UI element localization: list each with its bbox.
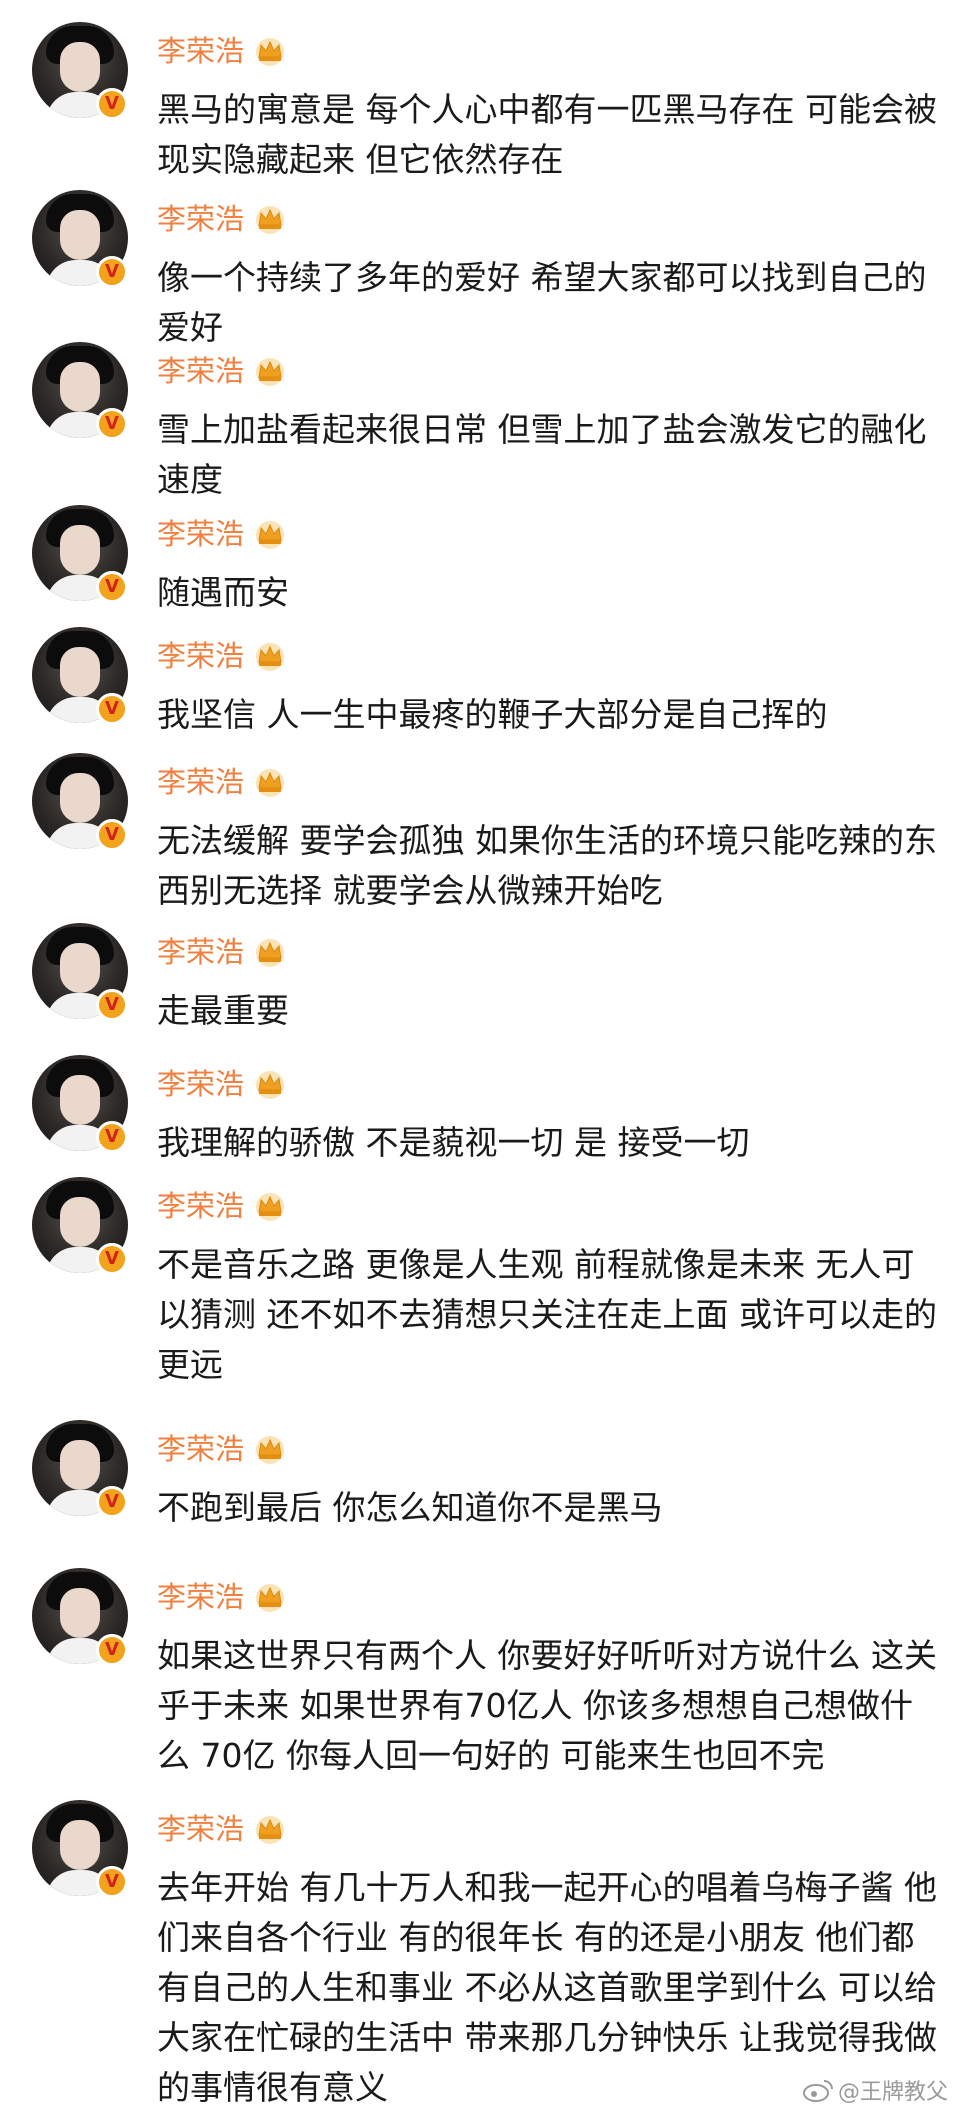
crown-icon [256, 38, 285, 66]
crown-icon [256, 1071, 285, 1099]
verified-v-icon: V [96, 819, 128, 851]
crown-icon [256, 939, 285, 967]
username[interactable]: 李荣浩 [157, 935, 244, 969]
verified-v-icon: V [96, 571, 128, 603]
comment-text: 我理解的骄傲 不是藐视一切 是 接受一切 [157, 1123, 750, 1162]
comment-text: 雪上加盐看起来很日常 但雪上加了盐会激发它的融化速度 [157, 410, 927, 499]
comment-text: 不跑到最后 你怎么知道你不是黑马 [157, 1488, 663, 1527]
crown-icon [256, 358, 285, 386]
comment-text: 不是音乐之路 更像是人生观 前程就像是未来 无人可以猜测 还不如不去猜想只关注在… [157, 1245, 937, 1384]
username[interactable]: 李荣浩 [157, 1067, 244, 1101]
weibo-icon [802, 2080, 833, 2102]
username[interactable]: 李荣浩 [157, 1580, 244, 1614]
crown-icon [256, 1816, 285, 1844]
username[interactable]: 李荣浩 [157, 1812, 244, 1846]
username[interactable]: 李荣浩 [157, 639, 244, 673]
verified-v-icon: V [96, 256, 128, 288]
crown-icon [256, 643, 285, 671]
comment-text: 我坚信 人一生中最疼的鞭子大部分是自己挥的 [157, 695, 828, 734]
comment-text: 黑马的寓意是 每个人心中都有一匹黑马存在 可能会被现实隐藏起来 但它依然存在 [157, 90, 937, 179]
verified-v-icon: V [96, 1121, 128, 1153]
comment-text: 像一个持续了多年的爱好 希望大家都可以找到自己的爱好 [157, 258, 927, 347]
watermark: @王牌教父 [802, 2074, 948, 2106]
verified-v-icon: V [96, 989, 128, 1021]
comment-text: 无法缓解 要学会孤独 如果你生活的环境只能吃辣的东西别无选择 就要学会从微辣开始… [157, 821, 937, 910]
comment-text: 如果这世界只有两个人 你要好好听听对方说什么 这关乎于未来 如果世界有70亿人 … [157, 1636, 937, 1775]
verified-v-icon: V [96, 1243, 128, 1275]
username[interactable]: 李荣浩 [157, 1432, 244, 1466]
verified-v-icon: V [96, 1486, 128, 1518]
verified-v-icon: V [96, 1866, 128, 1898]
comment-text: 走最重要 [157, 991, 289, 1030]
username[interactable]: 李荣浩 [157, 202, 244, 236]
verified-v-icon: V [96, 408, 128, 440]
username[interactable]: 李荣浩 [157, 354, 244, 388]
verified-v-icon: V [96, 693, 128, 725]
watermark-text: @王牌教父 [837, 2080, 948, 2105]
crown-icon [256, 521, 285, 549]
comment-text: 随遇而安 [157, 573, 289, 612]
verified-v-icon: V [96, 1634, 128, 1666]
username[interactable]: 李荣浩 [157, 517, 244, 551]
username[interactable]: 李荣浩 [157, 34, 244, 68]
verified-v-icon: V [96, 88, 128, 120]
crown-icon [256, 769, 285, 797]
crown-icon [256, 206, 285, 234]
crown-icon [256, 1436, 285, 1464]
username[interactable]: 李荣浩 [157, 1189, 244, 1223]
username[interactable]: 李荣浩 [157, 765, 244, 799]
crown-icon [256, 1584, 285, 1612]
crown-icon [256, 1193, 285, 1221]
